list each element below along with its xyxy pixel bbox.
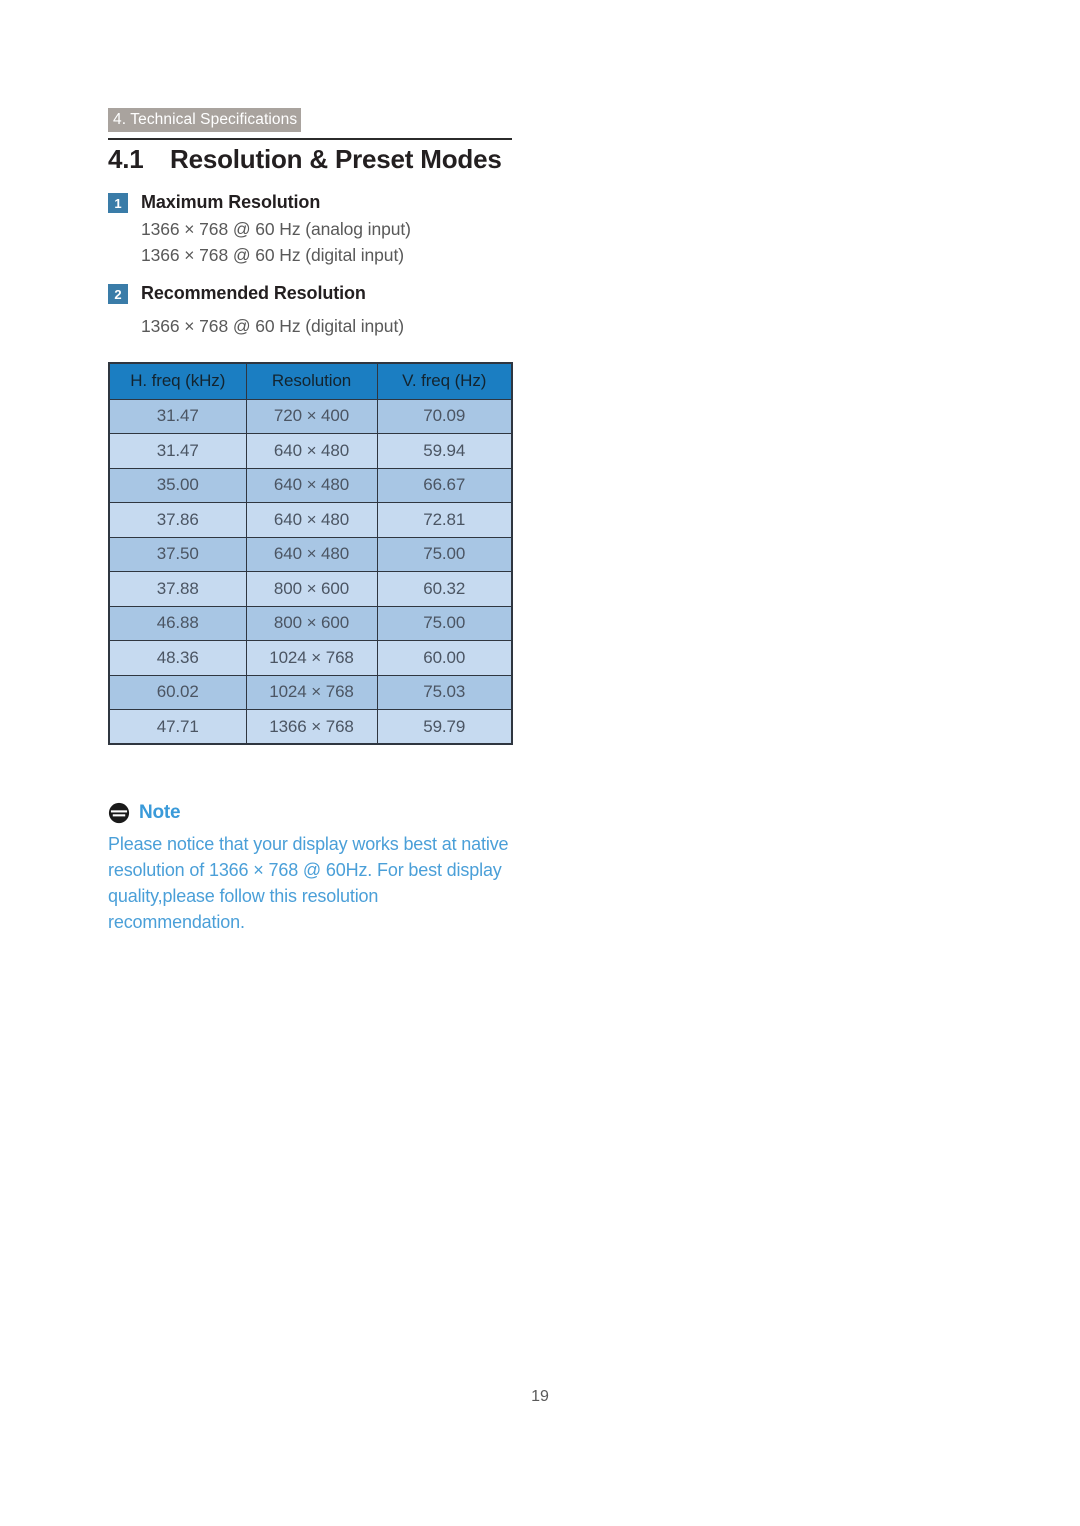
table-cell: 46.88 — [108, 605, 247, 641]
table-cell: 75.00 — [376, 536, 513, 572]
table-cell: 75.00 — [376, 605, 513, 641]
numbered-item-maximum-resolution: 1 Maximum Resolution — [108, 192, 320, 213]
table-row: 60.02 1024 × 768 75.03 — [108, 674, 513, 710]
table-cell: 75.03 — [376, 674, 513, 710]
chapter-header-label: 4. Technical Specifications — [113, 111, 298, 129]
table-cell: 1024 × 768 — [245, 640, 378, 676]
note-label: Note — [139, 802, 181, 823]
table-cell: 31.47 — [108, 433, 247, 469]
table-row: 37.50 640 × 480 75.00 — [108, 536, 513, 572]
table-cell: 60.00 — [376, 640, 513, 676]
header-divider-rule — [108, 138, 512, 140]
note-block: Note Please notice that your display wor… — [108, 800, 528, 935]
table-cell: 1366 × 768 — [245, 709, 378, 745]
table-cell: 640 × 480 — [245, 536, 378, 572]
column-header-h-freq: H. freq (kHz) — [108, 362, 247, 400]
section-number: 4.1 — [108, 144, 144, 174]
section-title: Resolution & Preset Modes — [170, 144, 502, 174]
numbered-item-recommended-resolution: 2 Recommended Resolution — [108, 283, 366, 304]
table-cell: 60.32 — [376, 571, 513, 607]
item-number-badge: 1 — [108, 193, 128, 213]
column-header-v-freq: V. freq (Hz) — [376, 362, 513, 400]
table-cell: 800 × 600 — [245, 605, 378, 641]
item-number-badge: 2 — [108, 284, 128, 304]
table-cell: 31.47 — [108, 398, 247, 434]
table-cell: 640 × 480 — [245, 433, 378, 469]
table-cell: 1024 × 768 — [245, 674, 378, 710]
table-cell: 59.79 — [376, 709, 513, 745]
recommended-resolution-values: 1366 × 768 @ 60 Hz (digital input) — [141, 313, 404, 339]
document-page: 4. Technical Specifications 4.1 Resoluti… — [0, 0, 1080, 1526]
resolution-line: 1366 × 768 @ 60 Hz (digital input) — [141, 245, 404, 265]
chapter-header-band: 4. Technical Specifications — [108, 108, 302, 132]
maximum-resolution-values: 1366 × 768 @ 60 Hz (analog input) 1366 ×… — [141, 216, 411, 268]
table-cell: 72.81 — [376, 502, 513, 538]
table-cell: 47.71 — [108, 709, 247, 745]
resolution-line: 1366 × 768 @ 60 Hz (analog input) — [141, 219, 411, 239]
table-cell: 60.02 — [108, 674, 247, 710]
page-number: 19 — [531, 1388, 549, 1405]
table-row: 48.36 1024 × 768 60.00 — [108, 640, 513, 676]
table-cell: 70.09 — [376, 398, 513, 434]
preset-modes-table: H. freq (kHz) Resolution V. freq (Hz) 31… — [108, 362, 513, 745]
table-row: 37.88 800 × 600 60.32 — [108, 571, 513, 607]
table-body: 31.47 720 × 400 70.09 31.47 640 × 480 59.94 35… — [108, 398, 513, 745]
table-row: 37.86 640 × 480 72.81 — [108, 502, 513, 538]
table-row: 46.88 800 × 600 75.00 — [108, 605, 513, 641]
table-row: 35.00 640 × 480 66.67 — [108, 467, 513, 503]
table-cell: 66.67 — [376, 467, 513, 503]
table-cell: 37.86 — [108, 502, 247, 538]
item-title: Recommended Resolution — [141, 283, 366, 303]
table-cell: 48.36 — [108, 640, 247, 676]
table-cell: 37.50 — [108, 536, 247, 572]
table-row: 31.47 640 × 480 59.94 — [108, 433, 513, 469]
resolution-line: 1366 × 768 @ 60 Hz (digital input) — [141, 316, 404, 336]
column-header-resolution: Resolution — [245, 362, 378, 400]
table-cell: 800 × 600 — [245, 571, 378, 607]
item-title: Maximum Resolution — [141, 192, 321, 212]
table-cell: 59.94 — [376, 433, 513, 469]
table-cell: 640 × 480 — [245, 467, 378, 503]
note-circle-icon — [108, 802, 130, 824]
note-header: Note — [108, 800, 528, 826]
note-body-text: Please notice that your display works be… — [108, 834, 509, 932]
table-row: 31.47 720 × 400 70.09 — [108, 398, 513, 434]
table-header-row: H. freq (kHz) Resolution V. freq (Hz) — [108, 362, 513, 400]
table-cell: 37.88 — [108, 571, 247, 607]
table-cell: 640 × 480 — [245, 502, 378, 538]
table-row: 47.71 1366 × 768 59.79 — [108, 709, 513, 745]
page-title: 4.1 Resolution & Preset Modes — [108, 144, 502, 175]
table-cell: 35.00 — [108, 467, 247, 503]
table-cell: 720 × 400 — [245, 398, 378, 434]
